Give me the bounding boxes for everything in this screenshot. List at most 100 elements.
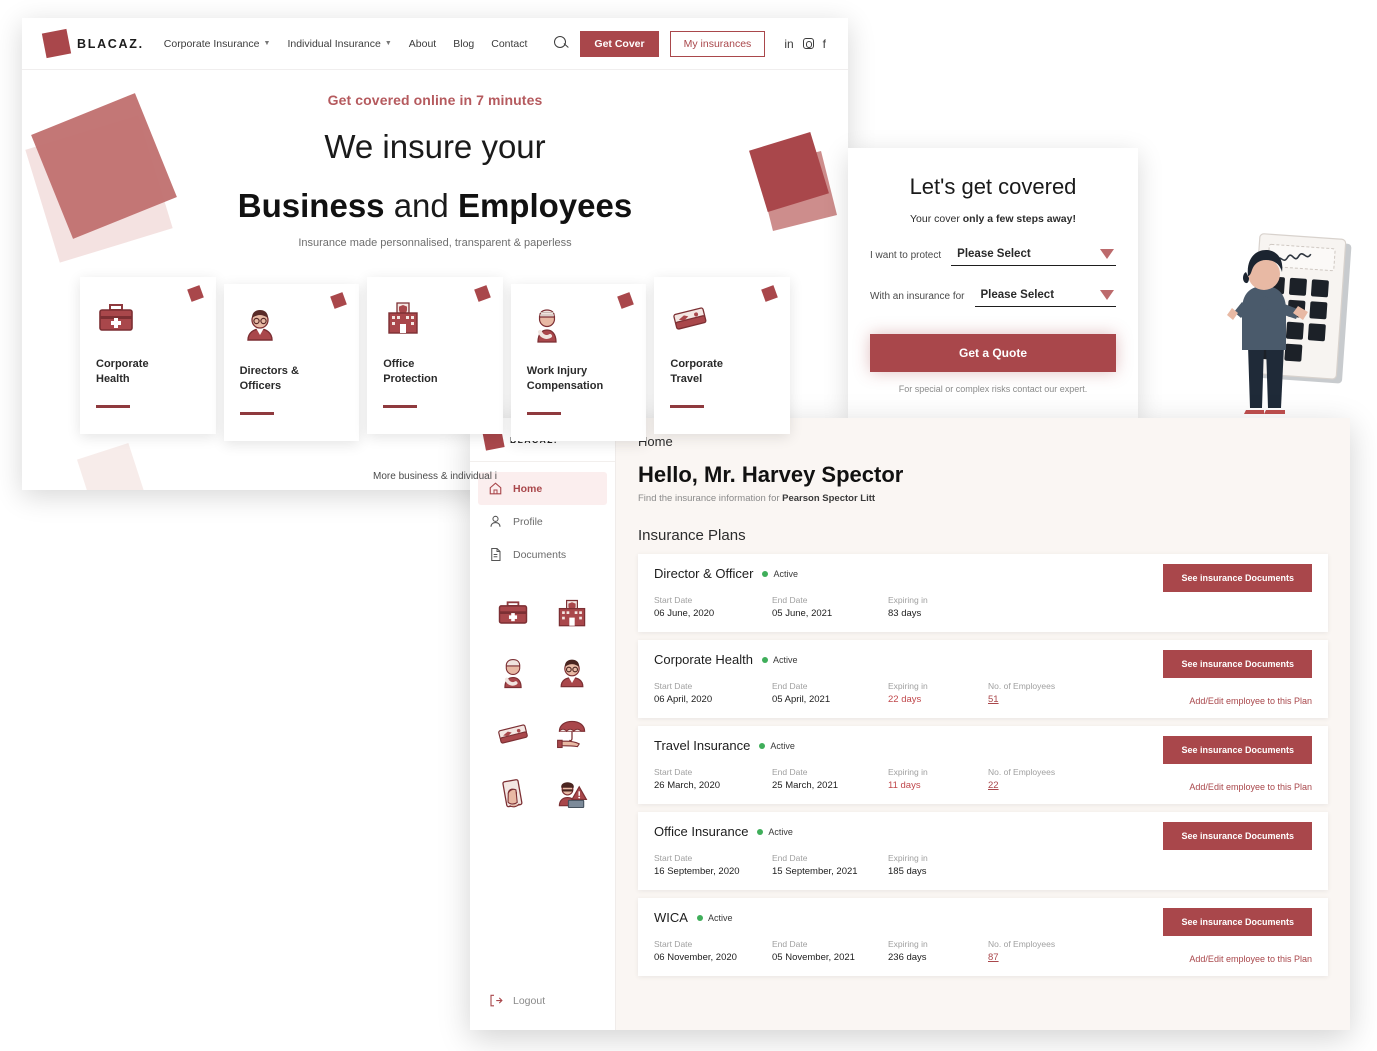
plan-name: WICA (654, 910, 688, 925)
plan-fields: Start Date 06 June, 2020 End Date 05 Jun… (654, 595, 1312, 619)
nav-item-about[interactable]: About (409, 38, 436, 50)
plan-expiring-in: Expiring in 236 days (888, 939, 966, 963)
plan-card[interactable]: Director & Officer Active Start Date 06 … (638, 554, 1328, 632)
see-insurance-documents-button[interactable]: See insurance Documents (1163, 736, 1312, 764)
protect-select[interactable]: Please Select (951, 248, 1116, 266)
field-label: End Date (772, 939, 808, 949)
field-value: 06 April, 2020 (654, 694, 713, 705)
subtitle-pre: Find the insurance information for (638, 493, 783, 504)
instagram-icon[interactable] (802, 38, 814, 49)
field-value: 06 November, 2020 (654, 952, 737, 963)
product-card-work-injury[interactable]: Work Injury Compensation (510, 283, 647, 442)
field-label: Expiring in (888, 767, 928, 777)
see-insurance-documents-button[interactable]: See insurance Documents (1163, 564, 1312, 592)
plan-expiring-in: Expiring in 11 days (888, 767, 966, 791)
field-value: 83 days (888, 608, 922, 619)
sidebar-item-label: Documents (513, 548, 567, 561)
social-links: in f (784, 38, 826, 50)
nav-item-contact[interactable]: Contact (491, 38, 527, 50)
plan-end-date: End Date 25 March, 2021 (772, 767, 866, 791)
hero-headline-and: and (384, 187, 458, 225)
field-label: Start Date (654, 595, 693, 605)
office-building-icon[interactable] (548, 593, 598, 635)
get-a-quote-button[interactable]: Get a Quote (870, 334, 1116, 372)
plan-card[interactable]: Travel Insurance Active Start Date 26 Ma… (638, 726, 1328, 804)
nav-item-individual-insurance[interactable]: Individual Insurance ▼ (287, 38, 391, 50)
search-icon[interactable] (554, 36, 569, 51)
employee-count-link[interactable]: 51 (988, 694, 1055, 705)
status-label: Active (707, 912, 733, 923)
status-label: Active (770, 740, 795, 751)
product-card-directors-officers[interactable]: Directors & Officers (223, 283, 360, 442)
see-insurance-documents-button[interactable]: See insurance Documents (1163, 908, 1312, 936)
quote-field-protect: I want to protect Please Select (870, 248, 1116, 266)
sidebar-product-icon-grid (470, 571, 615, 815)
add-edit-employee-link[interactable]: Add/Edit employee to this Plan (1189, 782, 1312, 792)
get-cover-button[interactable]: Get Cover (580, 30, 659, 57)
plan-end-date: End Date 15 September, 2021 (772, 853, 866, 877)
field-value: 06 June, 2020 (654, 608, 715, 619)
add-edit-employee-link[interactable]: Add/Edit employee to this Plan (1189, 954, 1312, 964)
status-dot-icon (696, 914, 703, 921)
travel-tickets-icon[interactable] (488, 713, 538, 755)
status-badge: Active (762, 569, 798, 579)
product-card-title: Corporate Health (96, 357, 149, 386)
field-value: 05 April, 2021 (772, 694, 831, 705)
card-underline (526, 412, 561, 416)
businessman-icon[interactable] (548, 653, 598, 695)
nav-item-blog[interactable]: Blog (453, 38, 474, 50)
quote-field-label: I want to protect (870, 250, 942, 261)
product-card-corporate-travel[interactable]: Corporate Travel (654, 276, 790, 435)
field-label: End Date (772, 853, 808, 863)
chevron-down-icon (1100, 249, 1114, 259)
dashboard-window: BLACAZ. Home Profile Documents (470, 418, 1350, 1030)
quote-field-insurance-for: With an insurance for Please Select (870, 289, 1116, 307)
umbrella-hand-icon[interactable] (548, 713, 598, 755)
product-card-corporate-health[interactable]: Corporate Health (80, 276, 216, 435)
plan-fields: Start Date 16 September, 2020 End Date 1… (654, 853, 1312, 877)
dashboard-sidebar: BLACAZ. Home Profile Documents (470, 418, 616, 1030)
status-badge: Active (757, 827, 793, 837)
insurance-for-select[interactable]: Please Select (974, 289, 1116, 307)
linkedin-icon[interactable]: in (784, 38, 793, 50)
hero-eyebrow: Get covered online in 7 minutes (327, 92, 543, 108)
add-edit-employee-link[interactable]: Add/Edit employee to this Plan (1189, 696, 1312, 706)
quote-field-label: With an insurance for (870, 291, 965, 302)
product-card-office-protection[interactable]: Office Protection (367, 276, 503, 435)
logo-mark-icon (41, 28, 72, 59)
logo-text: BLACAZ. (77, 36, 144, 51)
first-aid-kit-icon[interactable] (488, 593, 538, 635)
field-value: 16 September, 2020 (654, 866, 740, 877)
marketing-site-window: BLACAZ. Corporate Insurance ▼ Individual… (22, 18, 848, 490)
card-decorative-square (617, 291, 635, 309)
plan-card[interactable]: WICA Active Start Date 06 November, 2020… (638, 898, 1328, 976)
site-logo[interactable]: BLACAZ. (41, 28, 144, 59)
plan-end-date: End Date 05 April, 2021 (772, 681, 866, 705)
employee-count-link[interactable]: 22 (988, 780, 1055, 791)
see-insurance-documents-button[interactable]: See insurance Documents (1163, 650, 1312, 678)
sidebar-item-profile[interactable]: Profile (478, 505, 607, 538)
my-insurances-button[interactable]: My insurances (669, 30, 766, 57)
plan-card[interactable]: Corporate Health Active Start Date 06 Ap… (638, 640, 1328, 718)
facebook-icon[interactable]: f (823, 38, 826, 50)
status-dot-icon (757, 828, 764, 835)
injured-worker-icon[interactable] (488, 653, 538, 695)
hero-headline-employees: Employees (457, 187, 633, 225)
status-dot-icon (759, 742, 766, 749)
see-insurance-documents-button[interactable]: See insurance Documents (1163, 822, 1312, 850)
logout-button[interactable]: Logout (470, 977, 615, 1030)
employee-count-link[interactable]: 87 (988, 952, 1055, 963)
money-hand-icon[interactable] (488, 773, 538, 815)
quote-panel-subtitle: Your cover only a few steps away! (870, 213, 1116, 225)
card-underline (383, 405, 418, 409)
sidebar-item-documents[interactable]: Documents (478, 538, 607, 571)
quote-panel-title: Let's get covered (909, 174, 1077, 199)
plan-card[interactable]: Office Insurance Active Start Date 16 Se… (638, 812, 1328, 890)
company-name: Pearson Spector Litt (782, 493, 876, 504)
nav-item-corporate-insurance[interactable]: Corporate Insurance ▼ (164, 38, 271, 50)
plan-expiring-in: Expiring in 22 days (888, 681, 966, 705)
cyber-risk-icon[interactable] (548, 773, 598, 815)
product-card-title: Office Protection (383, 357, 438, 386)
person-with-calculator-illustration (1212, 232, 1372, 422)
plan-employee-count: No. of Employees 87 (988, 939, 1055, 963)
